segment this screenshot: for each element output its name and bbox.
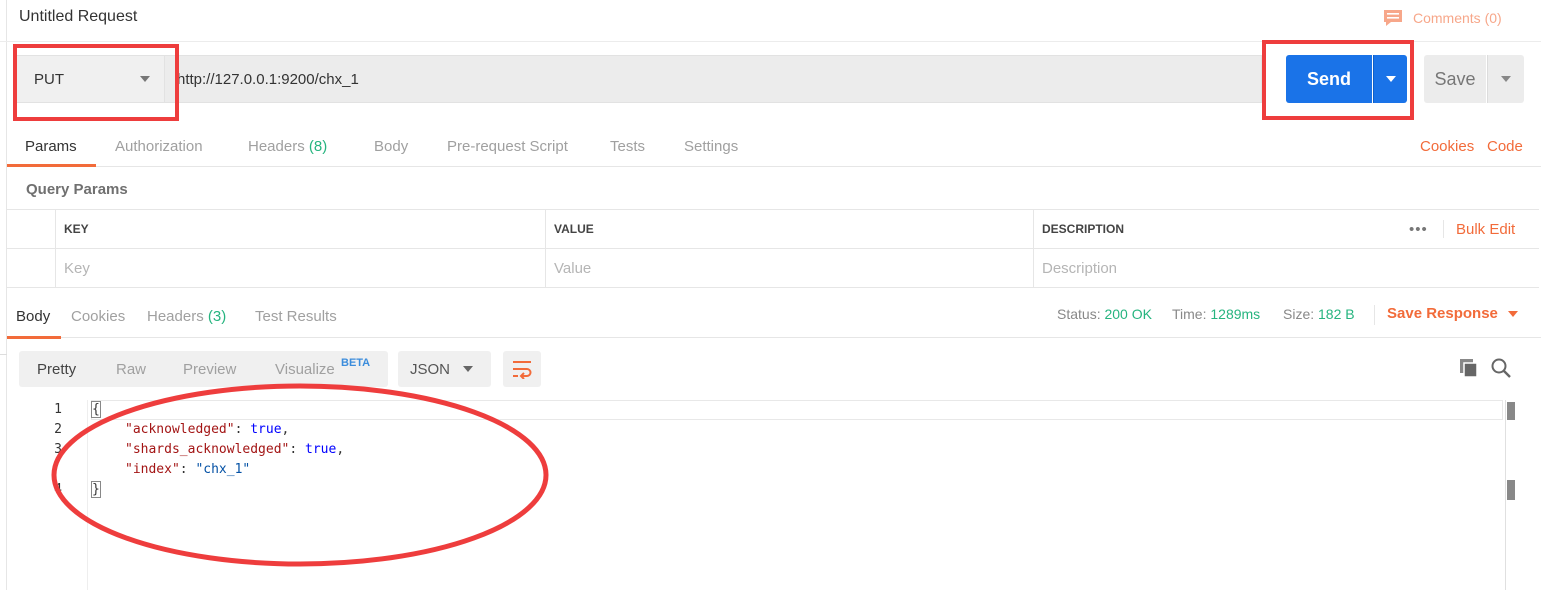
tab-test-results[interactable]: Test Results <box>255 308 337 325</box>
size-label: Size: <box>1283 306 1315 322</box>
divider <box>1443 220 1444 238</box>
format-raw[interactable]: Raw <box>116 361 146 378</box>
comments-label: Comments (0) <box>1413 10 1502 26</box>
table-row: Key Value Description <box>7 249 1539 288</box>
comments-button[interactable]: Comments (0) <box>1382 8 1502 28</box>
query-params-title: Query Params <box>26 181 128 198</box>
code-link[interactable]: Code <box>1487 138 1523 155</box>
tab-response-body[interactable]: Body <box>16 308 50 325</box>
format-visualize[interactable]: Visualize <box>275 361 335 378</box>
tab-authorization[interactable]: Authorization <box>115 138 203 155</box>
active-tab-indicator <box>7 336 61 339</box>
url-input[interactable]: http://127.0.0.1:9200/chx_1 <box>164 55 1262 103</box>
scrollbar-marker <box>1507 480 1515 500</box>
cookies-link[interactable]: Cookies <box>1420 138 1474 155</box>
wrap-lines-icon <box>513 361 532 379</box>
tab-response-headers[interactable]: Headers (3) <box>147 308 226 325</box>
title-bar <box>0 0 1541 42</box>
annotation-ellipse <box>51 383 549 567</box>
column-header-value: VALUE <box>545 210 1033 248</box>
search-icon[interactable] <box>1490 357 1512 379</box>
size-value: 182 B <box>1318 306 1355 322</box>
tab-tests[interactable]: Tests <box>610 138 645 155</box>
comment-icon <box>1384 10 1402 26</box>
tab-pre-request-script[interactable]: Pre-request Script <box>447 138 568 155</box>
save-dropdown-button[interactable] <box>1487 55 1524 103</box>
active-tab-indicator <box>7 164 96 167</box>
save-response-label: Save Response <box>1387 305 1498 322</box>
save-response-button[interactable]: Save Response <box>1387 305 1518 322</box>
url-value: http://127.0.0.1:9200/chx_1 <box>177 70 359 88</box>
response-headers-count: (3) <box>207 308 227 325</box>
table-header-row: KEY VALUE DESCRIPTION ••• Bulk Edit <box>7 210 1539 249</box>
tab-settings[interactable]: Settings <box>684 138 738 155</box>
chevron-down-icon <box>463 366 473 372</box>
sidebar-divider <box>0 343 7 355</box>
scrollbar-marker <box>1507 402 1515 420</box>
key-input[interactable]: Key <box>55 249 545 287</box>
chevron-down-icon <box>1507 311 1518 318</box>
tab-params[interactable]: Params <box>25 138 77 155</box>
tab-response-headers-label: Headers <box>147 308 204 325</box>
tab-response-cookies[interactable]: Cookies <box>71 308 125 325</box>
beta-badge: BETA <box>341 357 371 369</box>
more-options-icon[interactable]: ••• <box>1409 221 1428 238</box>
status-value: 200 OK <box>1104 306 1152 322</box>
column-header-key: KEY <box>55 210 545 248</box>
tab-headers[interactable]: Headers (8) <box>248 138 327 155</box>
time-value: 1289ms <box>1210 306 1261 322</box>
tab-headers-label: Headers <box>248 138 305 155</box>
response-size: Size: 182 B <box>1283 306 1355 322</box>
save-button[interactable]: Save <box>1424 55 1486 103</box>
request-tabs: Params Authorization Headers (8) Body Pr… <box>7 127 1541 167</box>
description-input[interactable]: Description <box>1033 249 1539 287</box>
divider <box>1374 305 1375 325</box>
bulk-edit-link[interactable]: Bulk Edit <box>1456 221 1515 238</box>
time-label: Time: <box>1172 306 1207 322</box>
column-header-description: DESCRIPTION <box>1033 210 1403 248</box>
chevron-down-icon <box>1501 76 1511 82</box>
format-pretty[interactable]: Pretty <box>37 361 76 378</box>
status-label: Status: <box>1057 306 1101 322</box>
headers-count: (8) <box>308 138 328 155</box>
annotation-box-send <box>1262 40 1414 120</box>
copy-icon[interactable] <box>1458 357 1480 379</box>
response-status: Status: 200 OK <box>1057 306 1152 322</box>
format-preview[interactable]: Preview <box>183 361 236 378</box>
response-tabs: Body Cookies Headers (3) Test Results St… <box>7 297 1541 339</box>
query-params-table: KEY VALUE DESCRIPTION ••• Bulk Edit Key … <box>7 209 1539 288</box>
language-value: JSON <box>410 360 451 378</box>
left-sidebar-edge <box>0 0 7 590</box>
request-title[interactable]: Untitled Request <box>19 8 137 26</box>
response-time: Time: 1289ms <box>1172 306 1260 322</box>
annotation-box-method <box>13 44 179 121</box>
value-input[interactable]: Value <box>545 249 1033 287</box>
tab-body[interactable]: Body <box>374 138 408 155</box>
